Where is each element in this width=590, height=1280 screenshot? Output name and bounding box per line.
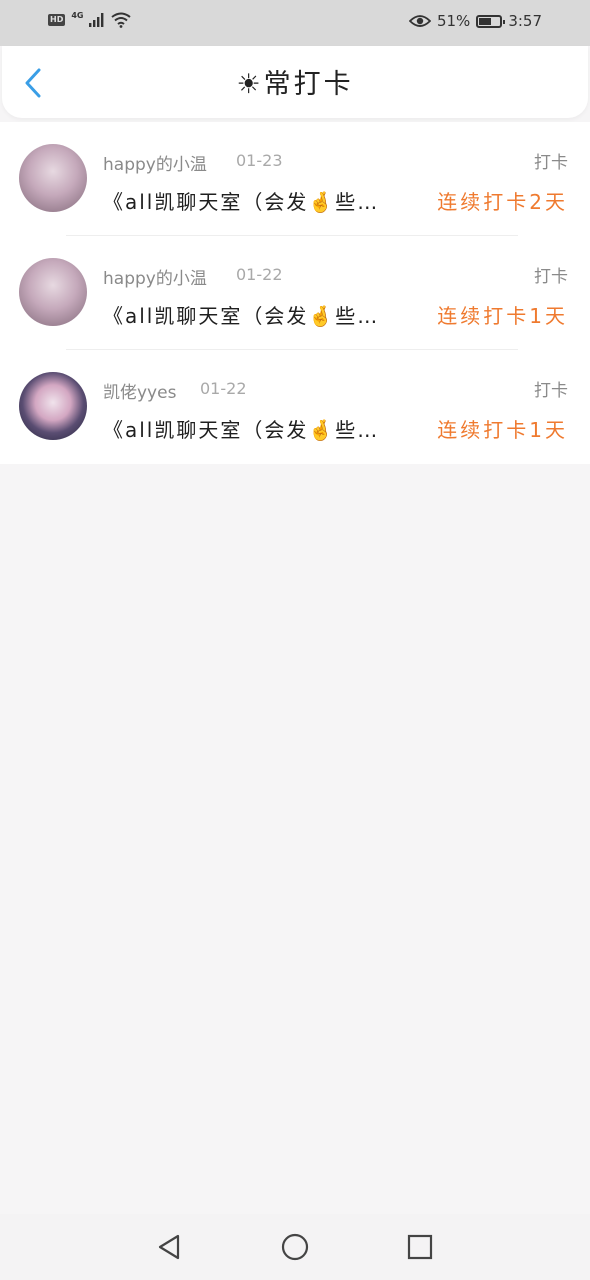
streak-label: 连续打卡1天 bbox=[437, 418, 568, 442]
network-type: 4G bbox=[71, 10, 84, 20]
status-left: HD 4G bbox=[48, 10, 132, 28]
avatar[interactable] bbox=[19, 258, 87, 326]
group-name[interactable]: 《all凯聊天室（会发🤞些… bbox=[103, 414, 408, 443]
list-item[interactable]: happy的小温 01-22 打卡 《all凯聊天室（会发🤞些… 连续打卡1天 bbox=[0, 236, 590, 350]
circle-home-icon bbox=[281, 1233, 309, 1261]
nav-home-button[interactable] bbox=[280, 1232, 310, 1262]
status-right: 51% 3:57 bbox=[408, 12, 542, 30]
eye-icon bbox=[408, 15, 431, 27]
checkin-date: 01-22 bbox=[236, 265, 283, 284]
checkin-type-label: 打卡 bbox=[534, 267, 568, 287]
page-title: ☀常打卡 bbox=[236, 69, 354, 100]
header: ☀常打卡 bbox=[2, 46, 588, 118]
checkin-type-label: 打卡 bbox=[534, 153, 568, 173]
battery-icon bbox=[476, 14, 506, 28]
checkin-type-label: 打卡 bbox=[534, 381, 568, 401]
group-name[interactable]: 《all凯聊天室（会发🤞些… bbox=[103, 300, 408, 329]
checkin-list: happy的小温 01-23 打卡 《all凯聊天室（会发🤞些… 连续打卡2天 … bbox=[0, 122, 590, 464]
username[interactable]: 凯佬yyes bbox=[103, 378, 176, 403]
wifi-icon bbox=[111, 12, 132, 28]
signal-icon bbox=[89, 13, 104, 27]
avatar[interactable] bbox=[19, 372, 87, 440]
group-name[interactable]: 《all凯聊天室（会发🤞些… bbox=[103, 186, 408, 215]
nav-recents-button[interactable] bbox=[405, 1232, 435, 1262]
avatar[interactable] bbox=[19, 144, 87, 212]
clock: 3:57 bbox=[508, 12, 542, 30]
list-item[interactable]: happy的小温 01-23 打卡 《all凯聊天室（会发🤞些… 连续打卡2天 bbox=[0, 122, 590, 236]
streak-label: 连续打卡1天 bbox=[437, 304, 568, 328]
username[interactable]: happy的小温 bbox=[103, 264, 207, 289]
status-bar: HD 4G 51% 3:57 bbox=[0, 0, 590, 46]
system-nav-bar bbox=[0, 1214, 590, 1280]
username[interactable]: happy的小温 bbox=[103, 150, 207, 175]
battery-percent: 51% bbox=[436, 12, 471, 30]
nav-back-button[interactable] bbox=[154, 1232, 184, 1262]
list-item[interactable]: 凯佬yyes 01-22 打卡 《all凯聊天室（会发🤞些… 连续打卡1天 bbox=[0, 350, 590, 464]
checkin-date: 01-23 bbox=[236, 151, 283, 170]
square-recents-icon bbox=[407, 1234, 433, 1260]
hd-icon: HD bbox=[48, 14, 66, 26]
streak-label: 连续打卡2天 bbox=[437, 190, 568, 214]
checkin-date: 01-22 bbox=[200, 379, 247, 398]
battery-level bbox=[479, 17, 491, 25]
triangle-back-icon bbox=[158, 1234, 180, 1260]
